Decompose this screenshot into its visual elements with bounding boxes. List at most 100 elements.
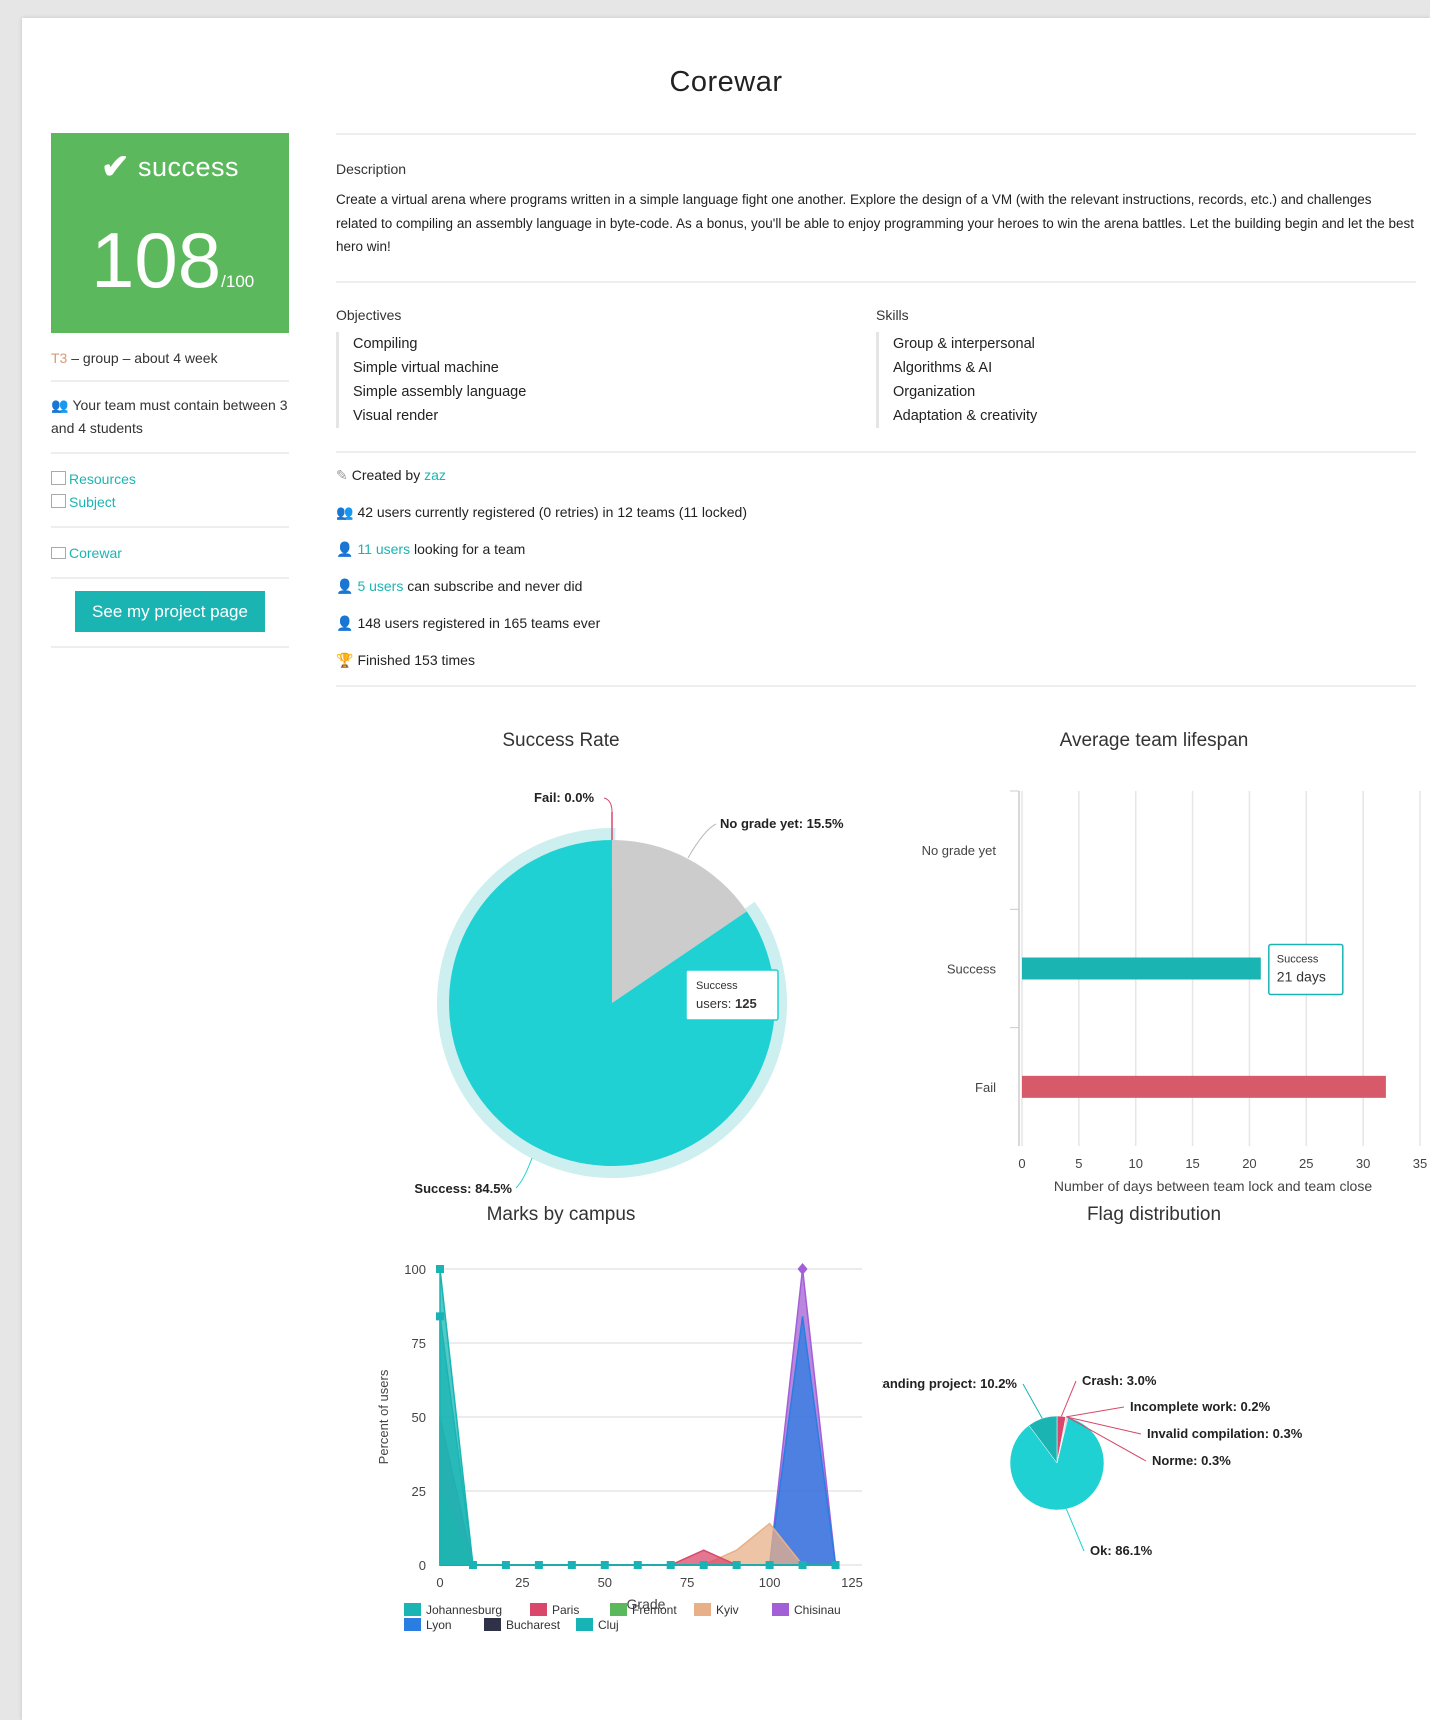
x-tick-label: 125 xyxy=(841,1575,863,1590)
data-point[interactable] xyxy=(567,1561,576,1569)
y-tick-label: 100 xyxy=(404,1262,426,1277)
repo-link[interactable]: Corewar xyxy=(51,542,289,565)
y-axis-label: Percent of users xyxy=(376,1369,391,1464)
repo-link-label: Corewar xyxy=(69,545,122,561)
score-number: 108 xyxy=(91,216,222,304)
legend-swatch[interactable] xyxy=(576,1618,593,1631)
data-point[interactable] xyxy=(436,1312,444,1321)
success-rate-chart: Fail: 0.0% No grade yet: 15.5% Success: 84… xyxy=(414,790,844,1196)
score-box: ✔ success 108/100 xyxy=(51,133,289,333)
data-point[interactable] xyxy=(732,1561,741,1569)
score-status: ✔ success xyxy=(51,147,289,187)
legend-swatch[interactable] xyxy=(530,1603,547,1616)
data-point[interactable] xyxy=(797,1263,808,1275)
legend-label[interactable]: Cluj xyxy=(598,1618,619,1632)
user-icon: 👤 xyxy=(336,577,354,594)
legend-label[interactable]: Paris xyxy=(552,1603,579,1617)
data-point[interactable] xyxy=(534,1561,543,1569)
see-project-page-button[interactable]: See my project page xyxy=(75,591,265,632)
legend-label[interactable]: Chisinau xyxy=(794,1603,841,1617)
list-item: Simple assembly language xyxy=(353,383,527,400)
label-connector xyxy=(1022,1383,1043,1419)
ever-row: 👤 148 users registered in 165 teams ever xyxy=(336,605,1416,642)
project-meta: T3 – group – about 4 week xyxy=(51,333,289,382)
data-point[interactable] xyxy=(798,1561,807,1569)
x-tick-label: 35 xyxy=(1413,1156,1427,1171)
y-tick-label: 75 xyxy=(412,1336,426,1351)
screen-icon xyxy=(51,547,66,559)
repo-section: Corewar xyxy=(51,528,289,579)
page-container: Corewar ✔ success 108/100 T3 – group – ab… xyxy=(22,18,1430,1720)
x-tick-label: 15 xyxy=(1185,1156,1199,1171)
subject-link[interactable]: Subject xyxy=(51,491,289,514)
data-point[interactable] xyxy=(699,1561,708,1569)
description-text: Create a virtual arena where programs wr… xyxy=(336,192,1415,254)
divider xyxy=(336,684,1416,687)
skills-label: Skills xyxy=(876,306,909,323)
legend-swatch[interactable] xyxy=(484,1618,501,1631)
objectives-skills: Objectives Compiling Simple virtual mach… xyxy=(336,283,1416,451)
file-icon xyxy=(51,494,66,508)
data-point[interactable] xyxy=(633,1561,642,1569)
legend-label[interactable]: Kyiv xyxy=(716,1603,739,1617)
area-lyon[interactable] xyxy=(440,1316,837,1566)
file-icon xyxy=(51,471,66,485)
pie-label: Incomplete work: 0.2% xyxy=(1130,1399,1271,1414)
legend-label[interactable]: Bucharest xyxy=(506,1618,561,1632)
legend-swatch[interactable] xyxy=(694,1603,711,1616)
users-icon: 👥 xyxy=(336,503,354,520)
x-tick-label: 100 xyxy=(759,1575,781,1590)
chart-title-lifespan: Average team lifespan xyxy=(1059,730,1249,751)
y-category-label: Fail xyxy=(975,1080,996,1095)
author-link[interactable]: zaz xyxy=(424,467,446,483)
finished-text: Finished 153 times xyxy=(357,651,475,668)
tooltip-value: users: 125 xyxy=(696,996,757,1011)
tooltip-box xyxy=(685,969,779,1021)
legend-label[interactable]: Johannesburg xyxy=(426,1603,502,1617)
x-tick-label: 25 xyxy=(515,1575,529,1590)
registered-text: 42 users currently registered (0 retries… xyxy=(357,503,748,520)
looking-text: looking for a team xyxy=(410,540,526,557)
data-point[interactable] xyxy=(436,1265,444,1273)
tooltip-value: 21 days xyxy=(1277,969,1326,985)
subscribe-users-link[interactable]: 5 users xyxy=(357,578,403,594)
legend-swatch[interactable] xyxy=(772,1603,789,1616)
x-axis-label: Number of days between team lock and tea… xyxy=(1054,1178,1372,1194)
data-point[interactable] xyxy=(468,1561,477,1569)
legend-label[interactable]: Lyon xyxy=(426,1618,452,1632)
y-tick-label: 0 xyxy=(419,1558,426,1573)
data-point[interactable] xyxy=(501,1561,510,1569)
legend-swatch[interactable] xyxy=(610,1603,627,1616)
project-button-wrap: See my project page xyxy=(51,591,289,648)
subscribe-text: can subscribe and never did xyxy=(403,577,583,594)
x-tick-label: 0 xyxy=(1018,1156,1025,1171)
looking-row: 👤 11 users looking for a team xyxy=(336,531,1416,568)
label-connector xyxy=(1066,1406,1125,1418)
data-point[interactable] xyxy=(600,1561,609,1569)
skills-section: Skills Group & interpersonal Algorithms … xyxy=(876,307,1416,428)
resources-link-label: Resources xyxy=(69,471,136,487)
bar-fail[interactable] xyxy=(1022,1075,1386,1098)
ever-text: 148 users registered in 165 teams ever xyxy=(357,614,601,631)
x-tick-label: 5 xyxy=(1075,1156,1082,1171)
score-value: 108/100 xyxy=(91,221,254,299)
description-section: Description Create a virtual arena where… xyxy=(336,135,1416,281)
team-size-text: Your team must contain between 3 and 4 s… xyxy=(51,397,288,436)
legend-swatch[interactable] xyxy=(404,1618,421,1631)
registered-row: 👥 42 users currently registered (0 retrie… xyxy=(336,494,1416,531)
data-point[interactable] xyxy=(765,1561,774,1569)
skills-list: Group & interpersonal Algorithms & AI Or… xyxy=(876,331,1416,428)
resources-link[interactable]: Resources xyxy=(51,468,289,491)
legend-label[interactable]: Fremont xyxy=(632,1603,677,1617)
looking-users-link[interactable]: 11 users xyxy=(357,541,410,557)
data-point[interactable] xyxy=(831,1561,840,1569)
list-item: Algorithms & AI xyxy=(893,359,993,376)
x-tick-label: 75 xyxy=(680,1575,694,1590)
legend-swatch[interactable] xyxy=(404,1603,421,1616)
y-category-label: Success xyxy=(947,962,997,977)
data-point[interactable] xyxy=(666,1561,675,1569)
bar-success[interactable] xyxy=(1022,957,1261,980)
stats-section: ✎ Created by zaz 👥 42 users currently regi… xyxy=(336,453,1416,685)
pie-label: Outstanding project: 10.2% xyxy=(882,1376,1017,1391)
tier-badge: T3 xyxy=(51,350,68,366)
